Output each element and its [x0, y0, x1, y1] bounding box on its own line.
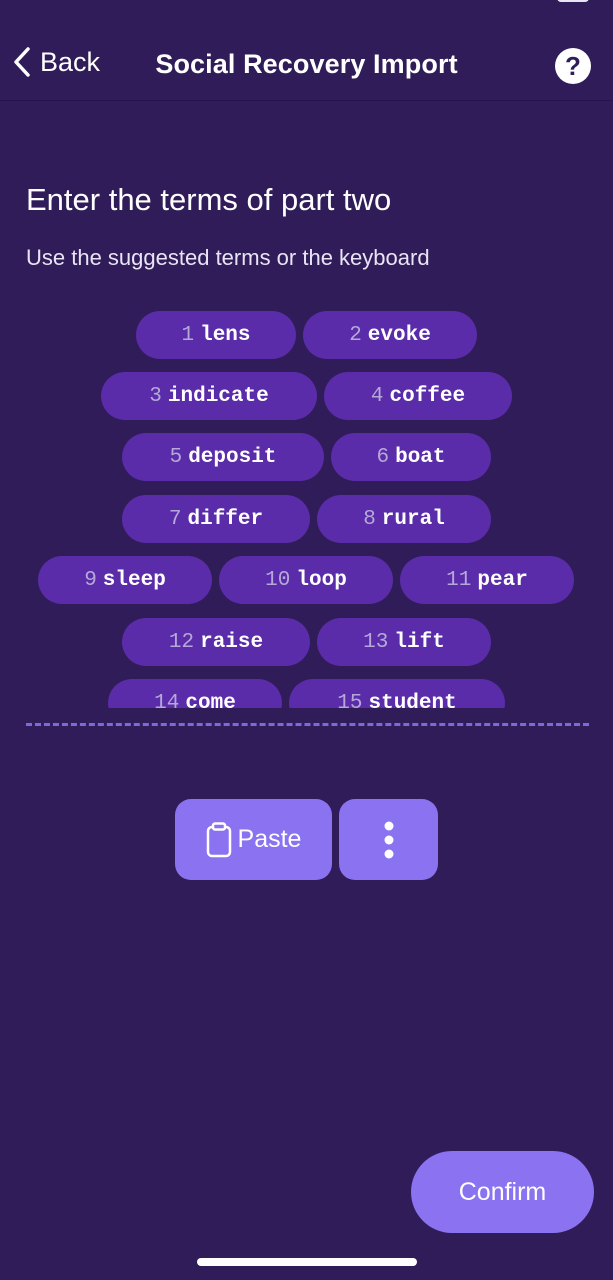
help-icon[interactable]: ? — [555, 48, 591, 84]
word-row: 9 sleep 10 loop 11 pear — [0, 556, 613, 604]
dashed-divider — [26, 723, 589, 726]
word-number: 3 — [149, 384, 162, 408]
word-number: 2 — [349, 323, 362, 347]
status-bar — [0, 0, 613, 8]
word-chip-raise[interactable]: 12 raise — [122, 618, 310, 666]
word-chip-rural[interactable]: 8 rural — [317, 495, 491, 543]
word-row: 7 differ 8 rural — [0, 495, 613, 543]
word-text: lift — [394, 630, 445, 654]
word-text: deposit — [188, 445, 277, 469]
word-text: student — [368, 691, 457, 709]
word-number: 6 — [376, 445, 390, 469]
word-text: evoke — [367, 323, 431, 347]
word-number: 12 — [168, 630, 195, 654]
word-row: 3 indicate 4 coffee — [0, 372, 613, 420]
word-chip-differ[interactable]: 7 differ — [122, 495, 310, 543]
word-chip-pear[interactable]: 11 pear — [400, 556, 574, 604]
word-chip-loop[interactable]: 10 loop — [219, 556, 393, 604]
word-row: 14 come 15 student — [0, 679, 613, 708]
word-text: sleep — [102, 568, 166, 592]
word-text: pear — [477, 568, 528, 592]
word-text: lens — [200, 323, 251, 347]
word-text: coffee — [389, 384, 466, 408]
word-text: loop — [296, 568, 347, 592]
word-chip-deposit[interactable]: 5 deposit — [122, 433, 324, 481]
word-row: 1 lens 2 evoke — [0, 311, 613, 359]
word-number: 10 — [265, 568, 291, 592]
word-chip-indicate[interactable]: 3 indicate — [101, 372, 317, 420]
more-options-button[interactable] — [339, 799, 438, 880]
word-text: differ — [187, 507, 264, 531]
page-title: Social Recovery Import — [155, 49, 458, 79]
word-chip-student[interactable]: 15 student — [289, 679, 505, 708]
word-text: raise — [200, 630, 264, 654]
suggested-words-list: 1 lens 2 evoke 3 indicate 4 coffee 5 deposit … — [0, 300, 613, 708]
word-text: indicate — [167, 384, 269, 408]
word-chip-lift[interactable]: 13 lift — [317, 618, 491, 666]
word-chip-lens[interactable]: 1 lens — [136, 311, 296, 359]
word-number: 9 — [84, 568, 97, 592]
paste-label: Paste — [237, 825, 302, 853]
word-number: 13 — [363, 630, 389, 654]
paste-button[interactable]: Paste — [175, 799, 332, 880]
word-text: rural — [381, 507, 445, 531]
navigation-bar: Back Social Recovery Import ? — [0, 30, 613, 101]
home-indicator[interactable] — [197, 1258, 417, 1266]
word-row: 12 raise 13 lift — [0, 618, 613, 666]
word-text: come — [185, 691, 236, 709]
word-number: 14 — [154, 691, 180, 709]
word-number: 15 — [337, 691, 363, 709]
section-heading: Enter the terms of part two — [26, 182, 392, 217]
word-chip-boat[interactable]: 6 boat — [331, 433, 491, 481]
word-number: 11 — [446, 568, 472, 592]
word-number: 1 — [181, 323, 195, 347]
word-number: 7 — [168, 507, 182, 531]
word-number: 8 — [363, 507, 376, 531]
battery-icon — [557, 0, 589, 2]
word-number: 4 — [370, 384, 384, 408]
word-chip-sleep[interactable]: 9 sleep — [38, 556, 212, 604]
word-text: boat — [395, 445, 446, 469]
confirm-button[interactable]: Confirm — [411, 1151, 594, 1233]
word-row: 5 deposit 6 boat — [0, 433, 613, 481]
word-chip-come[interactable]: 14 come — [108, 679, 282, 708]
vertical-dots-icon — [384, 821, 393, 858]
word-number: 5 — [169, 445, 183, 469]
clipboard-icon — [206, 821, 231, 857]
word-chip-evoke[interactable]: 2 evoke — [303, 311, 477, 359]
word-chip-coffee[interactable]: 4 coffee — [324, 372, 512, 420]
section-subheading: Use the suggested terms or the keyboard — [26, 245, 430, 270]
